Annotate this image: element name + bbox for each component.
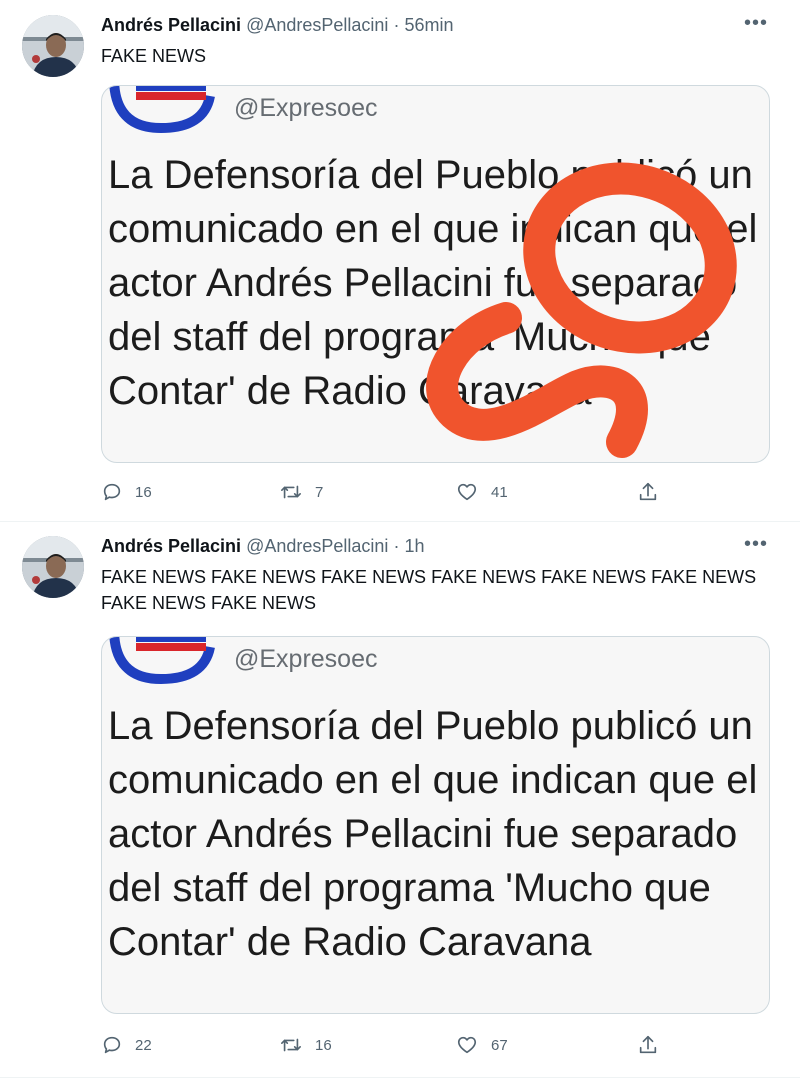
media-body-text: La Defensoría del Pueblo publicó un comu… bbox=[108, 704, 758, 964]
timestamp[interactable]: 1h bbox=[404, 536, 424, 556]
tweet[interactable]: Andrés Pellacini @AndresPellacini · 56mi… bbox=[0, 0, 800, 522]
share-button[interactable] bbox=[637, 1030, 659, 1060]
like-button[interactable]: 41 bbox=[455, 477, 508, 507]
author-name[interactable]: Andrés Pellacini bbox=[101, 15, 241, 35]
retweet-button[interactable]: 7 bbox=[279, 477, 323, 507]
author-handle[interactable]: @AndresPellacini bbox=[246, 15, 388, 35]
media-handle: @Expresoec bbox=[234, 94, 378, 122]
retweet-icon bbox=[281, 1038, 301, 1052]
avatar-photo bbox=[22, 536, 84, 598]
avatar[interactable] bbox=[22, 15, 84, 77]
like-count: 41 bbox=[491, 483, 508, 501]
share-icon bbox=[639, 1035, 657, 1054]
tweet-header: Andrés Pellacini @AndresPellacini · 1h bbox=[101, 535, 740, 557]
more-icon[interactable]: ••• bbox=[744, 533, 768, 555]
separator: · bbox=[393, 536, 400, 556]
timestamp[interactable]: 56min bbox=[404, 15, 453, 35]
tweet-actions: 16 7 41 bbox=[101, 477, 770, 507]
media-body-text: La Defensoría del Pueblo publicó un comu… bbox=[108, 153, 758, 413]
share-icon bbox=[639, 482, 657, 501]
media-handle: @Expresoec bbox=[234, 645, 378, 673]
share-button[interactable] bbox=[637, 477, 659, 507]
retweet-count: 7 bbox=[315, 483, 324, 501]
tweet-header: Andrés Pellacini @AndresPellacini · 56mi… bbox=[101, 14, 740, 36]
tweet[interactable]: Andrés Pellacini @AndresPellacini · 1h •… bbox=[0, 521, 800, 1078]
tweet-media[interactable]: @Expresoec La Defensoría del Pueblo publ… bbox=[101, 636, 770, 1014]
like-button[interactable]: 67 bbox=[455, 1030, 508, 1060]
reply-count: 16 bbox=[135, 483, 152, 501]
tweet-text: FAKE NEWS bbox=[101, 46, 207, 66]
tweet-media[interactable]: @Expresoec La Defensoría del Pueblo publ… bbox=[101, 85, 770, 463]
reply-icon bbox=[103, 1036, 121, 1054]
tweet-text: FAKE NEWS FAKE NEWS FAKE NEWS FAKE NEWS … bbox=[101, 567, 757, 613]
avatar[interactable] bbox=[22, 536, 84, 598]
tweet-actions: 22 16 67 bbox=[101, 1030, 770, 1060]
avatar-photo bbox=[22, 15, 84, 77]
more-icon[interactable]: ••• bbox=[744, 12, 768, 34]
author-name[interactable]: Andrés Pellacini bbox=[101, 536, 241, 556]
author-handle[interactable]: @AndresPellacini bbox=[246, 536, 388, 556]
reply-button[interactable]: 22 bbox=[101, 1030, 152, 1060]
heart-icon bbox=[457, 1036, 477, 1054]
retweet-button[interactable]: 16 bbox=[279, 1030, 332, 1060]
like-count: 67 bbox=[491, 1036, 508, 1054]
reply-icon bbox=[103, 483, 121, 501]
retweet-icon bbox=[281, 485, 301, 499]
reply-button[interactable]: 16 bbox=[101, 477, 152, 507]
expreso-logo bbox=[109, 637, 215, 685]
heart-icon bbox=[457, 483, 477, 501]
reply-count: 22 bbox=[135, 1036, 152, 1054]
retweet-count: 16 bbox=[315, 1036, 332, 1054]
expreso-logo bbox=[109, 86, 215, 134]
separator: · bbox=[393, 15, 400, 35]
